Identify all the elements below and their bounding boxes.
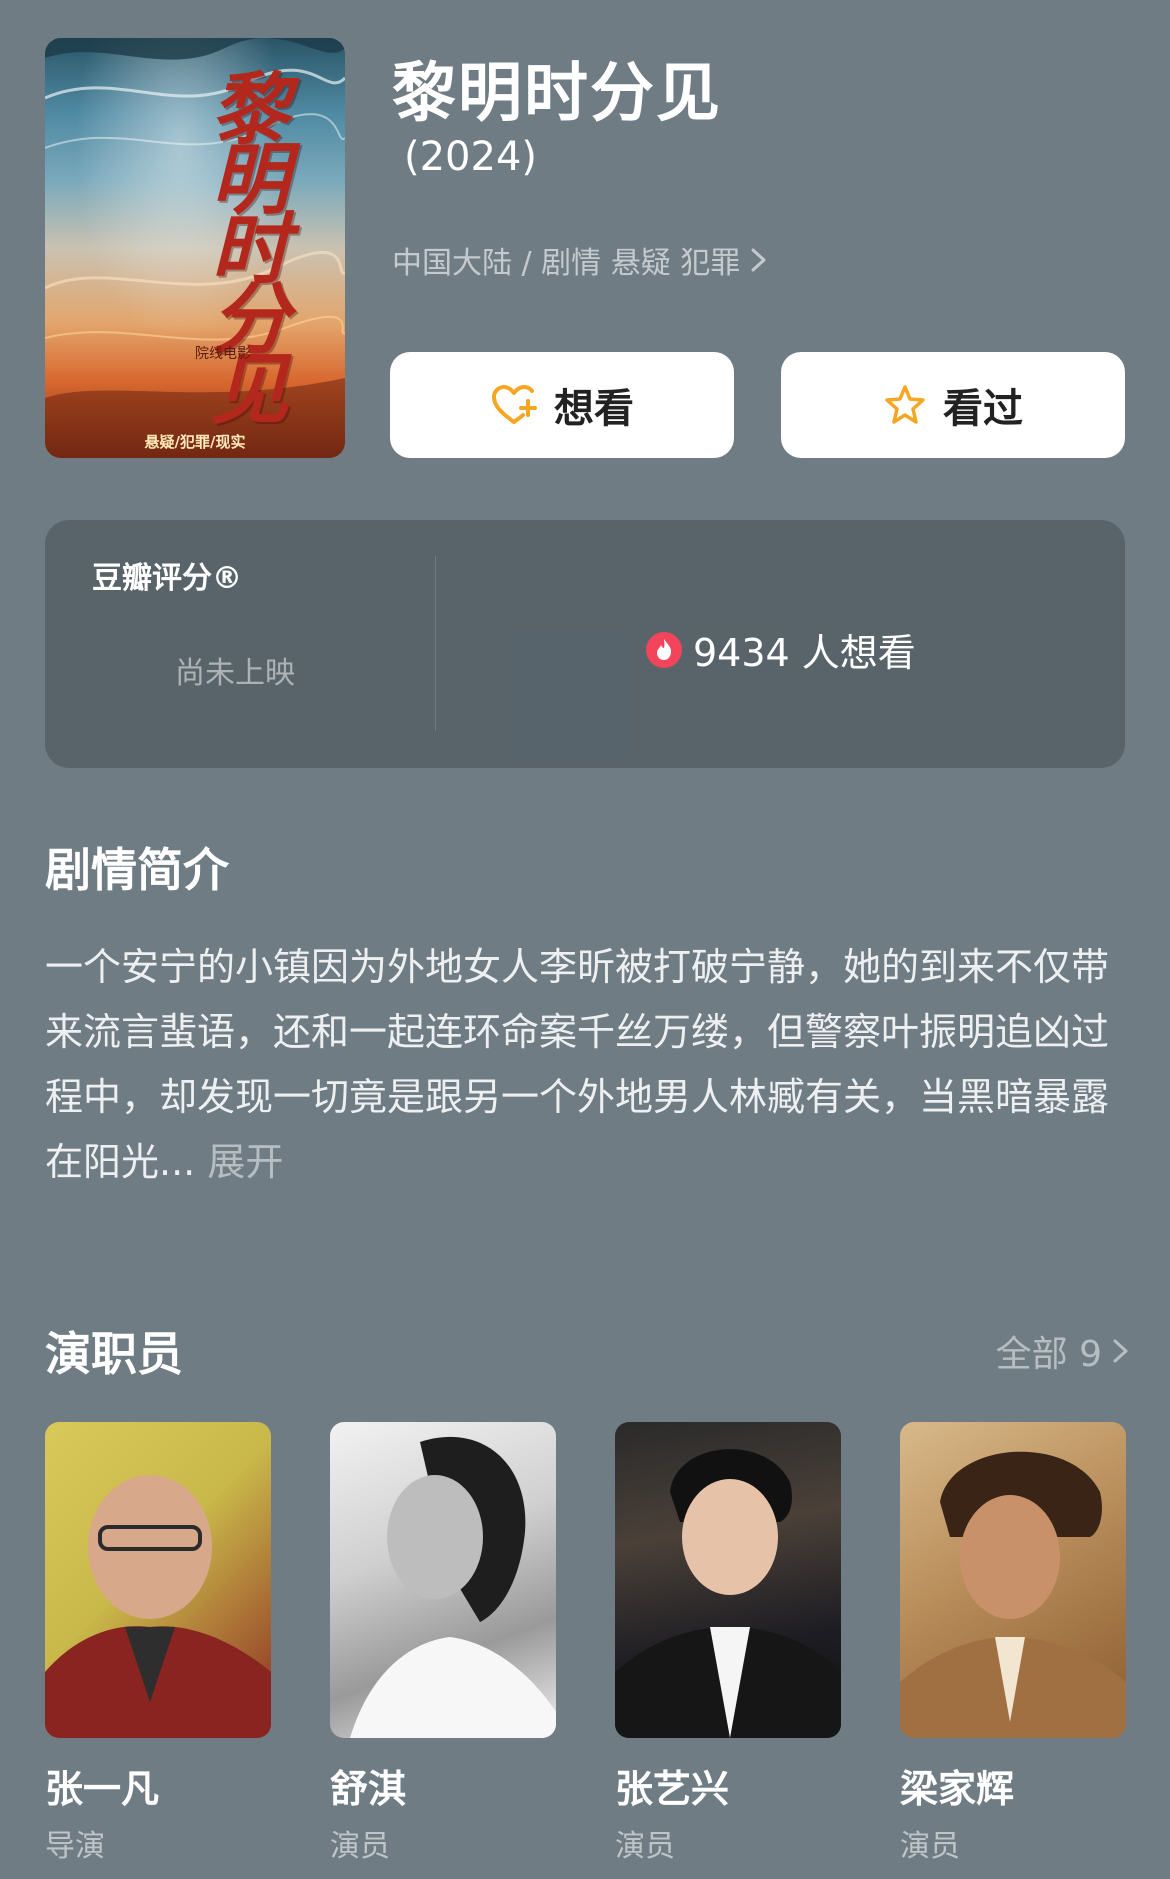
watched-button[interactable]: 看过 <box>781 352 1125 458</box>
cast-card[interactable]: 张艺兴 演员 <box>615 1422 841 1865</box>
synopsis-text-block: 一个安宁的小镇因为外地女人李昕被打破宁静，她的到来不仅带来流言蜚语，还和一起连环… <box>45 935 1125 1195</box>
cast-role: 导演 <box>45 1829 105 1864</box>
chevron-right-icon <box>751 248 766 272</box>
cast-photo <box>330 1422 556 1738</box>
person-silhouette-icon <box>45 1475 271 1738</box>
heart-plus-icon <box>492 385 537 424</box>
star-icon <box>885 385 925 424</box>
cast-role: 演员 <box>900 1829 960 1864</box>
synopsis-text: 一个安宁的小镇因为外地女人李昕被打破宁静，她的到来不仅带来流言蜚语，还和一起连环… <box>45 945 1110 1184</box>
synopsis-heading: 剧情简介 <box>45 843 229 897</box>
movie-title: 黎明时分见 <box>392 57 722 131</box>
want-to-watch-label: 想看 <box>554 386 634 432</box>
watched-label: 看过 <box>943 386 1023 432</box>
want-count[interactable]: 9434 人想看 <box>645 622 916 677</box>
cast-photo <box>45 1422 271 1738</box>
expand-synopsis-link[interactable]: 展开 <box>207 1140 283 1184</box>
movie-year: (2024) <box>404 134 538 180</box>
view-all-cast-label: 全部 9 <box>995 1334 1102 1375</box>
poster-title: 黎明时分见 <box>198 68 289 418</box>
want-to-watch-button[interactable]: 想看 <box>390 352 734 458</box>
cast-name: 张一凡 <box>45 1767 160 1811</box>
rating-divider <box>435 556 436 731</box>
cast-name: 梁家辉 <box>900 1767 1015 1811</box>
poster-tags: 悬疑/犯罪/现实 <box>144 433 246 451</box>
rating-status: 尚未上映 <box>175 656 295 691</box>
cast-photo <box>900 1422 1126 1738</box>
movie-meta-text: 中国大陆 / 剧情 悬疑 犯罪 <box>392 246 741 281</box>
person-silhouette-icon <box>900 1451 1126 1738</box>
douban-rating-label: 豆瓣评分® <box>92 561 242 596</box>
cast-card[interactable]: 张一凡 导演 <box>45 1422 271 1865</box>
poster-subtitle: 院线电影 <box>195 346 251 362</box>
cast-photo <box>615 1422 841 1738</box>
person-silhouette-icon <box>615 1449 841 1738</box>
flame-icon <box>646 631 682 668</box>
chevron-right-icon <box>1113 1339 1128 1363</box>
cast-card[interactable]: 舒淇 演员 <box>330 1422 556 1865</box>
cast-name: 张艺兴 <box>615 1767 730 1811</box>
cast-card[interactable]: 梁家辉 演员 <box>900 1422 1126 1865</box>
cast-role: 演员 <box>330 1829 390 1864</box>
movie-poster[interactable]: 黎明时分见 院线电影 悬疑/犯罪/现实 <box>45 38 345 458</box>
view-all-cast-link[interactable]: 全部 9 <box>996 1325 1132 1377</box>
cast-heading: 演职员 <box>45 1327 183 1381</box>
cast-role: 演员 <box>615 1829 675 1864</box>
person-silhouette-icon <box>350 1436 556 1738</box>
cast-name: 舒淇 <box>330 1767 407 1811</box>
movie-meta-link[interactable]: 中国大陆 / 剧情 悬疑 犯罪 <box>392 238 770 282</box>
want-count-text: 9434 人想看 <box>693 631 916 675</box>
